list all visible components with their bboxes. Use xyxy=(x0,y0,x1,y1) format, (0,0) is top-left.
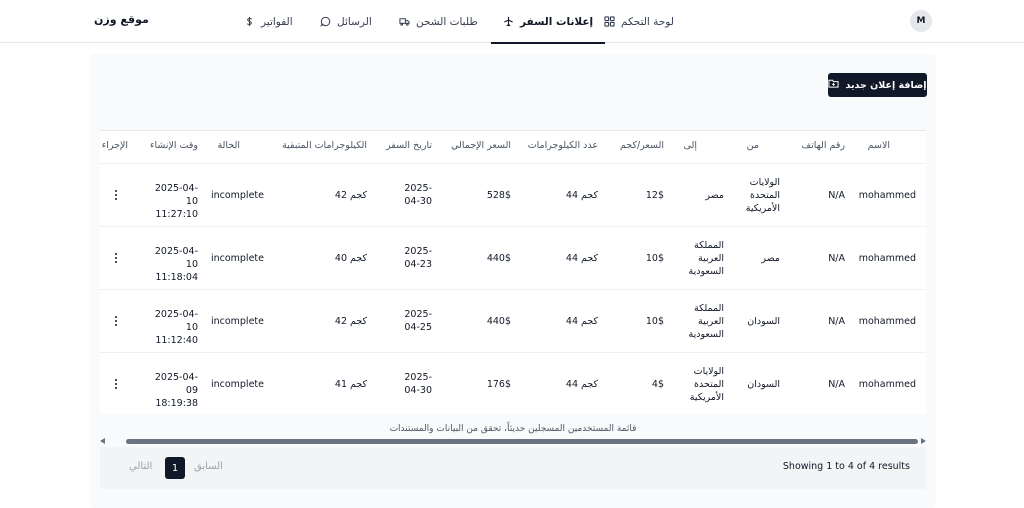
cell-remaining-kg: 41 كجم xyxy=(334,379,367,390)
table-row[interactable]: mohammed N/A السودان المملكة العربية الس… xyxy=(100,289,926,352)
cell-name: mohammed xyxy=(858,253,916,264)
nav-item-shipping-requests[interactable]: طلبات الشحن xyxy=(399,0,478,43)
nav-item-label: الفواتير xyxy=(261,15,293,28)
cell-from: الولايات المتحدة الأمريكية xyxy=(745,177,780,214)
cell-travel-date: 2025-04-25 xyxy=(404,309,432,333)
th-actions: الإجراء xyxy=(101,140,128,151)
cell-price-per-kg: 10$ xyxy=(645,316,664,327)
scrollbar-thumb[interactable] xyxy=(126,439,918,444)
add-travel-ad-button[interactable]: إضافة إعلان جديد xyxy=(828,73,927,97)
nav-item-messages[interactable]: الرسائل xyxy=(320,0,372,43)
cell-name: mohammed xyxy=(858,379,916,390)
table-row[interactable]: mohammed N/A السودان الولايات المتحدة ال… xyxy=(100,352,926,414)
cell-created-at: 2025-04-10 11:18:04 xyxy=(154,246,198,283)
cell-total-price: 440$ xyxy=(486,253,511,264)
cell-phone: N/A xyxy=(828,379,845,390)
cell-created-at: 2025-04-09 18:19:38 xyxy=(154,372,198,409)
nav-item-label: لوحة التحكم xyxy=(621,15,674,28)
nav-item-dashboard[interactable]: لوحة التحكم xyxy=(604,0,674,43)
th-phone: رقم الهاتف xyxy=(801,140,845,151)
th-status: الحالة xyxy=(217,140,240,151)
th-name: الاسم xyxy=(867,140,890,151)
cell-total-price: 176$ xyxy=(486,379,511,390)
cell-price-per-kg: 4$ xyxy=(651,379,664,390)
cell-kg-count: 44 كجم xyxy=(565,253,598,264)
cell-kg-count: 44 كجم xyxy=(565,316,598,327)
cell-name: mohammed xyxy=(858,190,916,201)
plane-icon xyxy=(503,16,514,27)
th-to: إلى xyxy=(683,140,697,151)
th-total-price: السعر الإجمالي xyxy=(451,140,511,151)
row-actions-menu-icon[interactable] xyxy=(112,377,120,391)
nav-item-label: طلبات الشحن xyxy=(416,15,478,28)
nav-item-label: إعلانات السفر xyxy=(520,15,594,28)
nav-item-label: الرسائل xyxy=(337,15,372,28)
th-from: من xyxy=(746,140,759,151)
pagination-bar: التالي 1 السابق Showing 1 to 4 of 4 resu… xyxy=(100,447,926,489)
scroll-left-arrow-icon[interactable] xyxy=(100,438,105,444)
message-icon xyxy=(320,16,331,27)
site-brand[interactable]: موقع وزن xyxy=(94,13,149,26)
cell-travel-date: 2025-04-30 xyxy=(404,183,432,207)
grid-icon xyxy=(604,16,615,27)
page-1-button[interactable]: 1 xyxy=(165,457,185,479)
th-created-at: وقت الإنشاء xyxy=(149,140,198,151)
table-caption: قائمة المستخدمين المسجلين حديثاً، تحقق م… xyxy=(389,424,637,434)
user-avatar[interactable]: M xyxy=(910,10,932,32)
cell-to: مصر xyxy=(705,190,724,201)
th-price-per-kg: السعر/كجم xyxy=(619,140,664,151)
cell-price-per-kg: 12$ xyxy=(645,190,664,201)
cell-total-price: 440$ xyxy=(486,316,511,327)
cell-from: السودان xyxy=(747,379,780,390)
truck-icon xyxy=(399,16,410,27)
previous-page-button[interactable]: السابق xyxy=(194,461,223,472)
add-button-label: إضافة إعلان جديد xyxy=(845,79,927,91)
table-row[interactable]: mohammed N/A الولايات المتحدة الأمريكية … xyxy=(100,163,926,226)
scroll-right-arrow-icon[interactable] xyxy=(921,438,926,444)
cell-status: incomplete xyxy=(210,190,264,201)
cell-remaining-kg: 40 كجم xyxy=(334,253,367,264)
travel-ads-table: الاسم رقم الهاتف من إلى السعر/كجم عدد ال… xyxy=(100,130,926,414)
th-remaining-kg: الكيلوجرامات المتبقية xyxy=(282,140,367,151)
cell-travel-date: 2025-04-30 xyxy=(404,372,432,396)
cell-to: المملكة العربية السعودية xyxy=(688,303,724,340)
cell-created-at: 2025-04-10 11:12:40 xyxy=(154,309,198,346)
results-summary: Showing 1 to 4 of 4 results xyxy=(782,461,910,472)
cell-kg-count: 44 كجم xyxy=(565,379,598,390)
nav-item-invoices[interactable]: الفواتير xyxy=(244,0,293,43)
cell-phone: N/A xyxy=(828,190,845,201)
top-navbar: M لوحة التحكم إعلانات السفر طلبات الشحن … xyxy=(0,0,1024,44)
cell-travel-date: 2025-04-23 xyxy=(404,246,432,270)
cell-phone: N/A xyxy=(828,316,845,327)
nav-item-travel-ads[interactable]: إعلانات السفر xyxy=(490,0,606,44)
cell-kg-count: 44 كجم xyxy=(565,190,598,201)
cell-status: incomplete xyxy=(210,316,264,327)
cell-price-per-kg: 10$ xyxy=(645,253,664,264)
cell-total-price: 528$ xyxy=(486,190,511,201)
table-row[interactable]: mohammed N/A مصر المملكة العربية السعودي… xyxy=(100,226,926,289)
cell-phone: N/A xyxy=(828,253,845,264)
cell-remaining-kg: 42 كجم xyxy=(334,190,367,201)
next-page-button[interactable]: التالي xyxy=(129,461,152,472)
row-actions-menu-icon[interactable] xyxy=(112,188,120,202)
add-folder-icon xyxy=(828,78,840,92)
cell-to: المملكة العربية السعودية xyxy=(688,240,724,277)
th-kg-count: عدد الكيلوجرامات xyxy=(527,140,598,151)
dollar-icon xyxy=(244,16,255,27)
cell-from: السودان xyxy=(747,316,780,327)
th-travel-date: تاريخ السفر xyxy=(386,140,432,151)
cell-name: mohammed xyxy=(858,316,916,327)
row-actions-menu-icon[interactable] xyxy=(112,314,120,328)
cell-status: incomplete xyxy=(210,253,264,264)
cell-from: مصر xyxy=(761,253,780,264)
table-horizontal-scrollbar[interactable] xyxy=(100,437,926,446)
cell-created-at: 2025-04-10 11:27:10 xyxy=(154,183,198,220)
cell-to: الولايات المتحدة الأمريكية xyxy=(689,366,724,403)
cell-remaining-kg: 42 كجم xyxy=(334,316,367,327)
row-actions-menu-icon[interactable] xyxy=(112,251,120,265)
cell-status: incomplete xyxy=(210,379,264,390)
